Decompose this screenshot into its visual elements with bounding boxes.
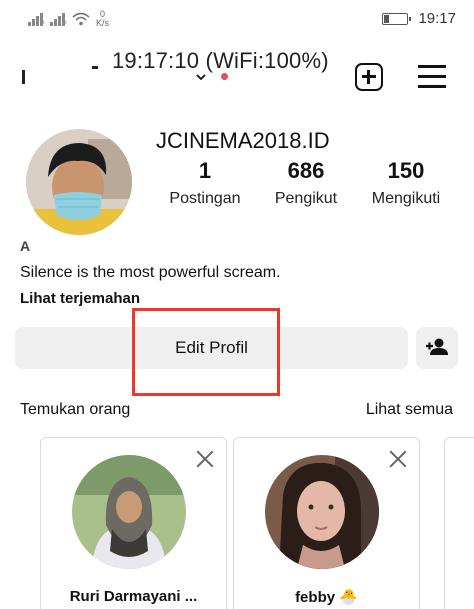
close-icon[interactable] <box>196 450 214 468</box>
stat-posts-label: Postingan <box>169 190 241 207</box>
close-icon[interactable] <box>389 450 407 468</box>
suggestion-avatar[interactable] <box>265 455 379 569</box>
notification-dot <box>221 73 228 80</box>
suggestion-name: febby 🐣 <box>295 589 358 606</box>
discover-people-title: Temukan orang <box>20 401 131 418</box>
see-all-link[interactable]: Lihat semua <box>366 401 453 419</box>
stat-following-value: 150 <box>387 158 425 183</box>
avatar[interactable] <box>26 129 132 235</box>
see-translation-link[interactable]: Lihat terjemahan <box>20 290 140 307</box>
cell-signal-icon-2: × <box>50 12 67 27</box>
profile-username: JCINEMA2018.ID <box>156 128 330 153</box>
account-name-fragment <box>92 66 98 69</box>
wifi-icon <box>72 12 90 26</box>
status-bar: × × 0 K/s 19:17 <box>0 0 474 40</box>
suggestion-name: Ruri Darmayani ... <box>69 588 198 605</box>
stat-posts-value: 1 <box>198 158 212 183</box>
stat-followers-label: Pengikut <box>274 190 338 207</box>
status-left: × × 0 K/s <box>28 10 109 28</box>
account-switcher[interactable] <box>22 70 25 84</box>
top-bar: 19:17:10 (WiFi:100%) <box>0 40 474 100</box>
stat-followers[interactable]: 686 Pengikut <box>256 158 356 208</box>
suggestion-card[interactable]: Ruri Darmayani ... <box>40 437 227 609</box>
cell-signal-icon: × <box>28 12 45 27</box>
profile-bio: Silence is the most powerful scream. <box>20 264 281 281</box>
battery-icon <box>382 12 412 25</box>
edit-profile-label: Edit Profil <box>175 338 248 357</box>
suggestion-card[interactable]: febby 🐣 <box>233 437 420 609</box>
suggestion-avatar[interactable] <box>72 455 186 569</box>
suggestion-card-partial[interactable] <box>444 437 474 609</box>
edit-profile-button[interactable]: Edit Profil <box>15 327 408 369</box>
create-post-button[interactable] <box>355 63 383 91</box>
network-speed-unit: K/s <box>96 18 110 28</box>
display-name: A <box>20 238 33 254</box>
stat-following[interactable]: 150 Mengikuti <box>356 158 456 208</box>
stat-followers-value: 686 <box>287 158 325 183</box>
discover-people-button[interactable] <box>416 327 458 369</box>
stat-following-label: Mengikuti <box>371 190 441 207</box>
person-plus-icon <box>426 338 448 355</box>
status-right: 19:17 <box>382 10 456 27</box>
network-speed: 0 K/s <box>96 10 109 28</box>
stat-posts[interactable]: 1 Postingan <box>155 158 255 208</box>
status-time: 19:17 <box>418 10 456 27</box>
chevron-down-icon[interactable] <box>196 72 206 82</box>
menu-icon[interactable] <box>418 65 446 89</box>
overlay-clock-text: 19:17:10 (WiFi:100%) <box>112 48 329 73</box>
